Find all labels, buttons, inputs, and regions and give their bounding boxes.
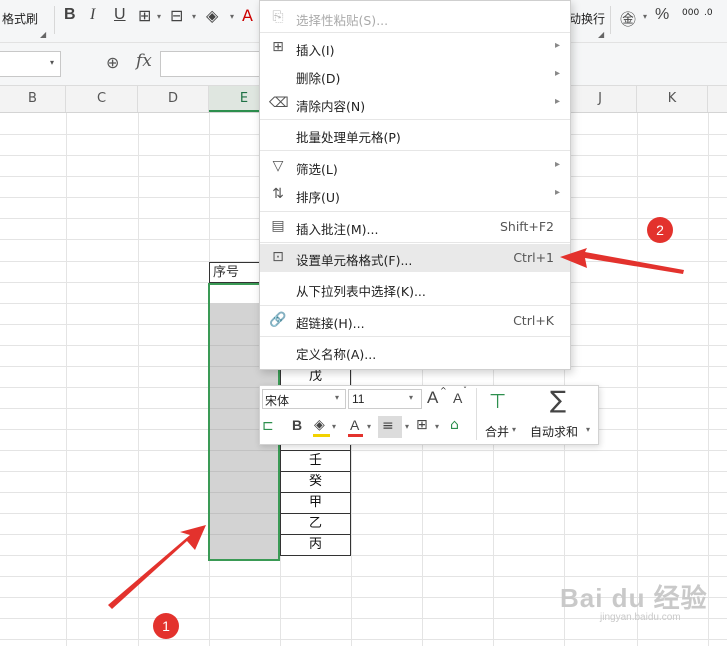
- arrow-to-format-cells: [560, 248, 684, 274]
- step-badge-1: 1: [153, 613, 179, 639]
- watermark-url: jingyan.baidu.com: [600, 612, 681, 623]
- step-badge-2: 2: [647, 217, 673, 243]
- arrow-to-selection: [108, 525, 206, 609]
- annotation-overlay: [108, 248, 684, 609]
- watermark-brand: Bai du 经验: [560, 583, 708, 613]
- baidu-watermark: Bai du 经验 jingyan.baidu.com: [560, 578, 708, 623]
